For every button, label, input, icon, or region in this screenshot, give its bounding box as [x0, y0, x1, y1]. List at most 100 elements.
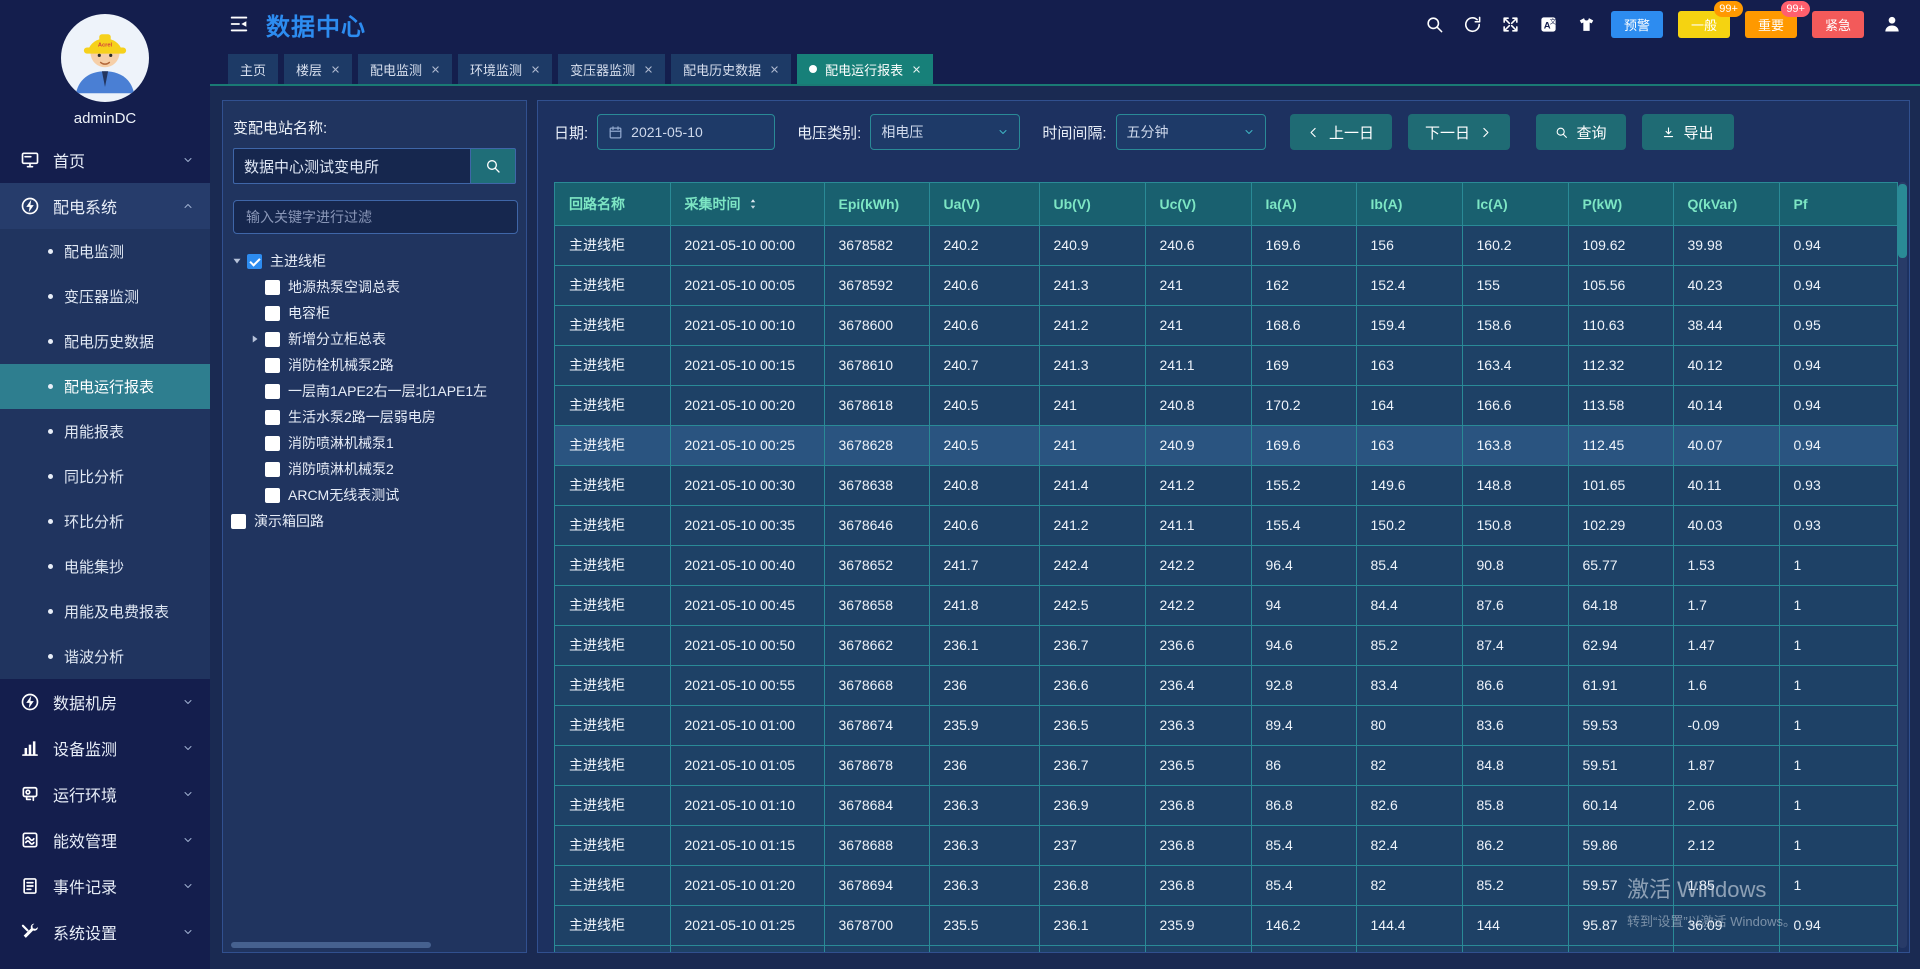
close-icon[interactable]	[331, 65, 340, 74]
interval-select[interactable]: 五分钟	[1116, 114, 1266, 150]
sidebar-subitem-谐波分析[interactable]: 谐波分析	[0, 634, 210, 679]
sidebar-subitem-用能报表[interactable]: 用能报表	[0, 409, 210, 454]
table-row[interactable]: 主进线柜2021-05-10 01:003678674235.9236.5236…	[555, 705, 1897, 745]
tree-node-演示箱回路[interactable]: 演示箱回路	[223, 508, 526, 534]
tree-node-电容柜[interactable]: 电容柜	[223, 300, 526, 326]
tree-node-地源热泵空调总表[interactable]: 地源热泵空调总表	[223, 274, 526, 300]
sidebar-item-数据机房[interactable]: 数据机房	[0, 679, 210, 725]
table-row[interactable]: 主进线柜2021-05-10 00:253678628240.5241240.9…	[555, 425, 1897, 465]
table-row[interactable]: 主进线柜2021-05-10 00:203678618240.5241240.8…	[555, 385, 1897, 425]
user-icon[interactable]	[1882, 14, 1902, 34]
theme-icon[interactable]	[1577, 15, 1596, 34]
table-row[interactable]: 主进线柜2021-05-10 00:053678592240.6241.3241…	[555, 265, 1897, 305]
tree-checkbox[interactable]	[265, 332, 280, 347]
tree-checkbox[interactable]	[265, 488, 280, 503]
sidebar-item-设备监测[interactable]: 设备监测	[0, 725, 210, 771]
table-row[interactable]: 主进线柜2021-05-10 01:253678700235.5236.1235…	[555, 905, 1897, 945]
table-row[interactable]: 主进线柜2021-05-10 00:103678600240.6241.2241…	[555, 305, 1897, 345]
tree-checkbox[interactable]	[265, 462, 280, 477]
table-row[interactable]: 主进线柜2021-05-10 01:053678678236236.7236.5…	[555, 745, 1897, 785]
station-name-input[interactable]	[233, 148, 470, 184]
table-row[interactable]: 主进线柜2021-05-10 00:353678646240.6241.2241…	[555, 505, 1897, 545]
tree-filter-input[interactable]	[233, 200, 518, 234]
sidebar-subitem-电能集抄[interactable]: 电能集抄	[0, 544, 210, 589]
tab-配电监测[interactable]: 配电监测	[358, 54, 452, 84]
tree-checkbox[interactable]	[231, 514, 246, 529]
close-icon[interactable]	[644, 65, 653, 74]
tree-node-生活水泵2路一层弱电房[interactable]: 生活水泵2路一层弱电房	[223, 404, 526, 430]
table-row[interactable]: 主进线柜2021-05-10 00:153678610240.7241.3241…	[555, 345, 1897, 385]
tree-checkbox[interactable]	[265, 358, 280, 373]
tab-主页[interactable]: 主页	[228, 54, 278, 84]
table-row[interactable]: 主进线柜2021-05-10 01:153678688236.3237236.8…	[555, 825, 1897, 865]
close-icon[interactable]	[770, 65, 779, 74]
tree-node-消防喷淋机械泵2[interactable]: 消防喷淋机械泵2	[223, 456, 526, 482]
caret-down-icon[interactable]	[231, 255, 243, 267]
prev-day-button[interactable]: 上一日	[1290, 114, 1392, 150]
export-button[interactable]: 导出	[1642, 114, 1734, 150]
sidebar-item-能效管理[interactable]: 能效管理	[0, 817, 210, 863]
query-button[interactable]: 查询	[1536, 114, 1626, 150]
station-search-button[interactable]	[470, 148, 516, 184]
alarm-button-紧急[interactable]: 紧急	[1812, 11, 1864, 38]
sidebar-subitem-配电运行报表[interactable]: 配电运行报表	[0, 364, 210, 409]
tree-checkbox[interactable]	[247, 254, 262, 269]
table-row[interactable]: 主进线柜2021-05-10 00:453678658241.8242.5242…	[555, 585, 1897, 625]
tree-node-新增分立柜总表[interactable]: 新增分立柜总表	[223, 326, 526, 352]
sidebar-subitem-用能及电费报表[interactable]: 用能及电费报表	[0, 589, 210, 634]
sidebar-subitem-配电历史数据[interactable]: 配电历史数据	[0, 319, 210, 364]
sort-icon[interactable]	[747, 198, 759, 210]
alarm-button-预警[interactable]: 预警	[1611, 11, 1663, 38]
tree-node-主进线柜[interactable]: 主进线柜	[223, 248, 526, 274]
tree-checkbox[interactable]	[265, 436, 280, 451]
column-header-采集时间[interactable]: 采集时间	[670, 183, 824, 225]
avatar[interactable]: Acrel	[61, 14, 149, 102]
horizontal-scrollbar[interactable]	[231, 942, 431, 948]
vertical-scrollbar-thumb[interactable]	[1898, 184, 1907, 258]
table-row[interactable]: 主进线柜2021-05-10 00:403678652241.7242.4242…	[555, 545, 1897, 585]
table-row[interactable]: 主进线柜2021-05-10 01:103678684236.3236.9236…	[555, 785, 1897, 825]
voltage-type-select[interactable]: 相电压	[870, 114, 1020, 150]
sidebar-item-事件记录[interactable]: 事件记录	[0, 863, 210, 909]
fullscreen-icon[interactable]	[1501, 15, 1520, 34]
sidebar-subitem-变压器监测[interactable]: 变压器监测	[0, 274, 210, 319]
sidebar-subitem-同比分析[interactable]: 同比分析	[0, 454, 210, 499]
table-cell: 150.2	[1356, 505, 1462, 545]
tab-配电运行报表[interactable]: 配电运行报表	[797, 54, 933, 84]
tree-checkbox[interactable]	[265, 306, 280, 321]
table-row[interactable]: 主进线柜2021-05-10 01:203678694236.3236.8236…	[555, 865, 1897, 905]
menu-collapse-icon[interactable]	[228, 13, 250, 35]
sidebar-item-系统设置[interactable]: 系统设置	[0, 909, 210, 955]
table-row[interactable]: 主进线柜2021-05-10 00:003678582240.2240.9240…	[555, 225, 1897, 265]
alarm-button-一般[interactable]: 一般99+	[1678, 11, 1730, 38]
close-icon[interactable]	[912, 65, 921, 74]
tab-楼层[interactable]: 楼层	[284, 54, 352, 84]
table-row[interactable]: 主进线柜2021-05-10 00:503678662236.1236.7236…	[555, 625, 1897, 665]
next-day-button[interactable]: 下一日	[1408, 114, 1510, 150]
tree-node-ARCM无线表测试[interactable]: ARCM无线表测试	[223, 482, 526, 508]
tab-环境监测[interactable]: 环境监测	[458, 54, 552, 84]
close-icon[interactable]	[531, 65, 540, 74]
refresh-icon[interactable]	[1463, 15, 1482, 34]
tab-配电历史数据[interactable]: 配电历史数据	[671, 54, 791, 84]
alarm-button-重要[interactable]: 重要99+	[1745, 11, 1797, 38]
tree-node-消防喷淋机械泵1[interactable]: 消防喷淋机械泵1	[223, 430, 526, 456]
sidebar-subitem-配电监测[interactable]: 配电监测	[0, 229, 210, 274]
close-icon[interactable]	[431, 65, 440, 74]
tree-checkbox[interactable]	[265, 384, 280, 399]
sidebar-item-运行环境[interactable]: 运行环境	[0, 771, 210, 817]
tree-checkbox[interactable]	[265, 280, 280, 295]
tree-node-消防栓机械泵2路[interactable]: 消防栓机械泵2路	[223, 352, 526, 378]
translate-icon[interactable]: A文	[1539, 15, 1558, 34]
sidebar-item-首页[interactable]: 首页	[0, 137, 210, 183]
caret-right-icon[interactable]	[249, 333, 261, 345]
table-row[interactable]: 主进线柜2021-05-10 00:553678668236236.6236.4…	[555, 665, 1897, 705]
tab-变压器监测[interactable]: 变压器监测	[558, 54, 665, 84]
tree-node-一层南1APE2右一层北1APE1左[interactable]: 一层南1APE2右一层北1APE1左	[223, 378, 526, 404]
sidebar-item-配电系统[interactable]: 配电系统	[0, 183, 210, 229]
tree-checkbox[interactable]	[265, 410, 280, 425]
date-picker[interactable]: 2021-05-10	[597, 114, 775, 150]
search-icon[interactable]	[1425, 15, 1444, 34]
table-row[interactable]: 主进线柜2021-05-10 00:303678638240.8241.4241…	[555, 465, 1897, 505]
sidebar-subitem-环比分析[interactable]: 环比分析	[0, 499, 210, 544]
